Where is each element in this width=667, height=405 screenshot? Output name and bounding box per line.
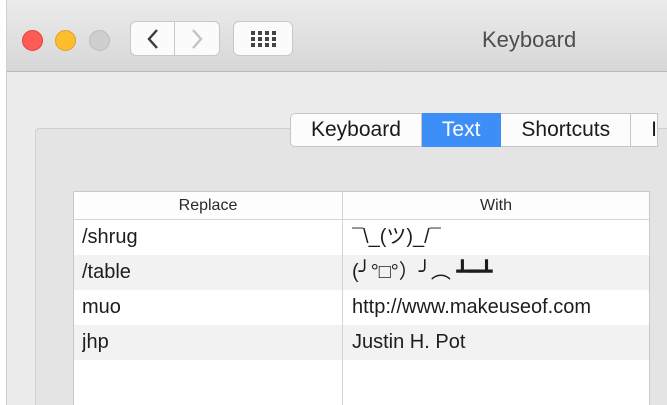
- table-row[interactable]: jhp Justin H. Pot: [74, 325, 649, 360]
- show-all-button[interactable]: [233, 21, 293, 56]
- back-button[interactable]: [130, 21, 175, 56]
- with-cell[interactable]: http://www.makeuseof.com: [352, 290, 649, 325]
- replace-cell[interactable]: /table: [82, 255, 337, 290]
- chevron-left-icon: [146, 28, 158, 49]
- replace-cell[interactable]: /shrug: [82, 220, 337, 255]
- with-cell[interactable]: [352, 360, 649, 395]
- column-header-replace[interactable]: Replace: [74, 192, 343, 219]
- tab-input-sources[interactable]: I: [631, 113, 658, 147]
- replace-cell[interactable]: muo: [82, 290, 337, 325]
- with-cell[interactable]: (╯°□°）╯︵ ┻━┻: [352, 255, 649, 290]
- tab-shortcuts[interactable]: Shortcuts: [501, 113, 632, 147]
- zoom-button[interactable]: [89, 30, 110, 51]
- preferences-window: Keyboard Keyboard Text Shortcuts I Repla…: [6, 0, 667, 405]
- tab-keyboard[interactable]: Keyboard: [290, 113, 422, 147]
- replace-cell[interactable]: [82, 360, 337, 395]
- chevron-right-icon: [192, 28, 203, 49]
- text-replacement-table[interactable]: Replace With /shrug ¯\_(ツ)_/¯ /table (╯°…: [73, 191, 650, 405]
- table-header: Replace With: [74, 192, 649, 220]
- column-divider: [342, 219, 343, 405]
- table-row[interactable]: [74, 360, 649, 395]
- window-title: Keyboard: [482, 27, 577, 52]
- close-button[interactable]: [22, 30, 43, 51]
- table-row[interactable]: /shrug ¯\_(ツ)_/¯: [74, 220, 649, 255]
- column-header-with[interactable]: With: [343, 192, 649, 219]
- grid-icon: [251, 30, 276, 47]
- table-row[interactable]: muo http://www.makeuseof.com: [74, 290, 649, 325]
- minimize-button[interactable]: [55, 30, 76, 51]
- with-cell[interactable]: ¯\_(ツ)_/¯: [352, 220, 649, 255]
- replace-cell[interactable]: jhp: [82, 325, 337, 360]
- tab-bar: Keyboard Text Shortcuts I: [290, 113, 658, 147]
- tab-text[interactable]: Text: [421, 113, 502, 147]
- title-bar[interactable]: Keyboard: [7, 0, 667, 72]
- navigation-buttons: [130, 21, 223, 56]
- with-cell[interactable]: Justin H. Pot: [352, 325, 649, 360]
- forward-button[interactable]: [175, 21, 220, 56]
- table-row[interactable]: /table (╯°□°）╯︵ ┻━┻: [74, 255, 649, 290]
